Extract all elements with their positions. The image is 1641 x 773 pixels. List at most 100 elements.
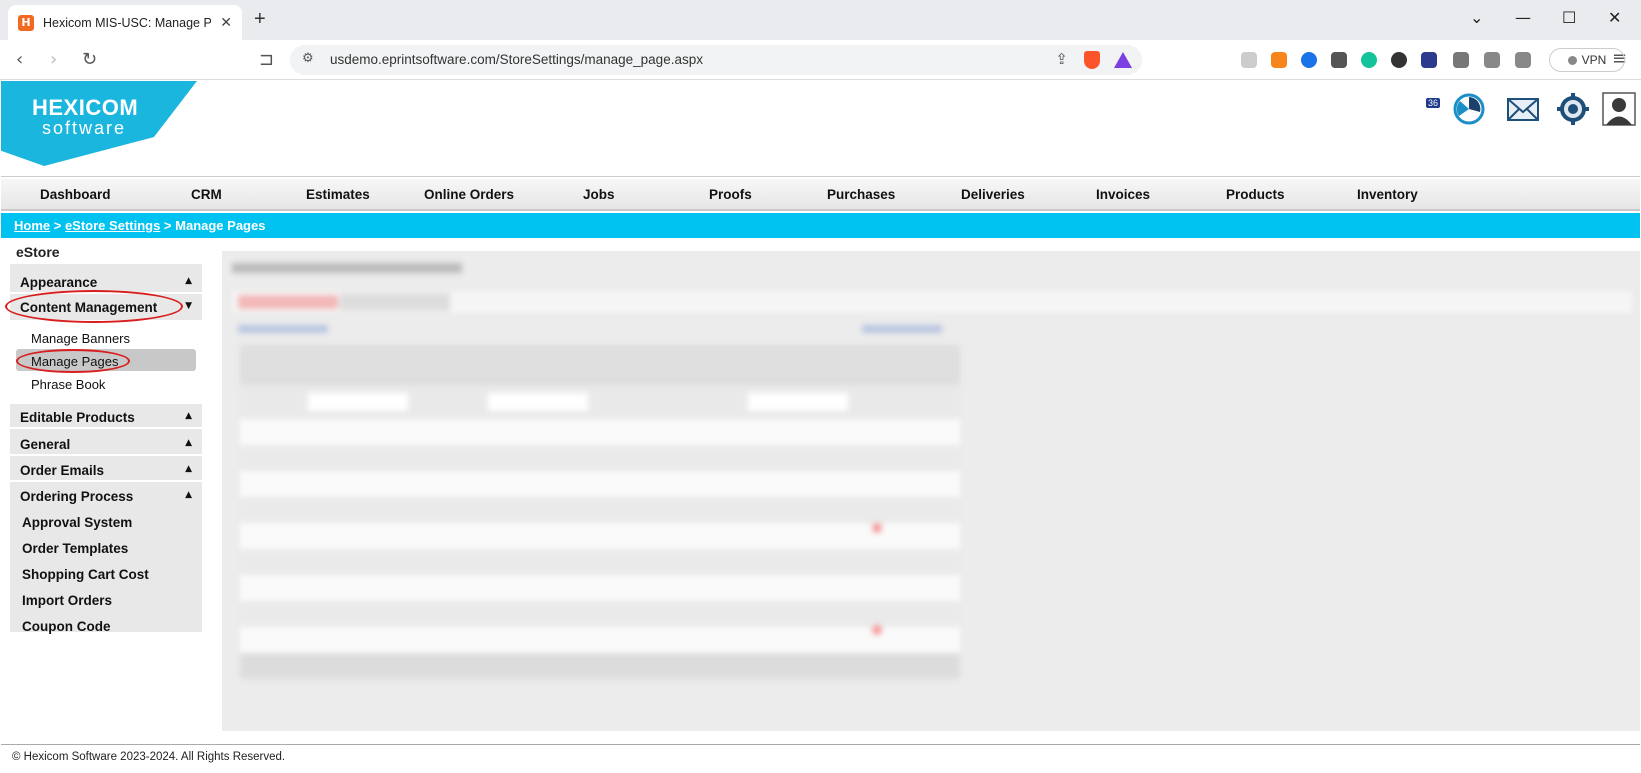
brave-shields-icon[interactable] [1084, 51, 1100, 69]
url-bar[interactable]: ⚙ usdemo.eprintsoftware.com/StoreSetting… [290, 45, 1142, 75]
grammarly-icon[interactable] [1361, 52, 1377, 68]
submenu-manage-banners[interactable]: Manage Banners [31, 331, 130, 346]
breadcrumb-separator: > [50, 218, 65, 233]
blurred-filter-input [308, 393, 408, 411]
blurred-row [240, 627, 960, 653]
share-icon[interactable]: ⇪ [1055, 50, 1068, 68]
breadcrumb: Home > eStore Settings > Manage Pages [1, 213, 1640, 238]
address-toolbar: ‹ › ↻ ⊐ ⚙ usdemo.eprintsoftware.com/Stor… [0, 40, 1641, 108]
vpn-status-icon [1567, 55, 1577, 65]
minimize-button[interactable]: — [1515, 8, 1531, 27]
blurred-delete-icon [872, 625, 882, 635]
nav-online-orders[interactable]: Online Orders [424, 187, 514, 202]
collapse-arrow-icon: ▲ [185, 490, 192, 500]
browser-tab[interactable]: H Hexicom MIS-USC: Manage Pag ✕ [8, 5, 242, 40]
collapse-arrow-icon: ▲ [185, 411, 192, 421]
blurred-link [238, 325, 328, 333]
mail-icon[interactable] [1506, 92, 1540, 126]
nav-estimates[interactable]: Estimates [306, 187, 370, 202]
blurred-row [240, 575, 960, 601]
breadcrumb-home-link[interactable]: Home [14, 218, 50, 233]
browser-tab-bar: H Hexicom MIS-USC: Manage Pag ✕ + ⌄ — ☐ … [0, 0, 1641, 40]
sidebar-item-import-orders[interactable]: Import Orders [10, 588, 202, 613]
sidebar-item-shopping-cart-cost[interactable]: Shopping Cart Cost [10, 562, 202, 587]
blurred-row [240, 601, 960, 627]
blurred-filter-input [488, 393, 588, 411]
sidebar-item-label: Editable Products [20, 410, 135, 425]
header-divider [1, 176, 1640, 177]
breadcrumb-estore-link[interactable]: eStore Settings [65, 218, 160, 233]
nav-jobs[interactable]: Jobs [583, 187, 615, 202]
blurred-manage-pages-panel [222, 251, 1640, 731]
highlight-circle [5, 290, 183, 323]
breadcrumb-current: Manage Pages [175, 218, 266, 233]
vpn-button[interactable]: VPN [1549, 48, 1625, 72]
forward-icon[interactable]: › [50, 49, 57, 70]
metamask-icon[interactable] [1271, 52, 1287, 68]
shazam-icon[interactable] [1301, 52, 1317, 68]
music-icon[interactable] [1484, 52, 1500, 68]
sidebar-item-label: Appearance [20, 275, 98, 290]
puzzle-extensions-icon[interactable] [1453, 52, 1469, 68]
collapse-arrow-icon: ▲ [185, 438, 192, 448]
reload-icon[interactable]: ↻ [82, 49, 97, 70]
collapse-arrow-icon: ▲ [185, 464, 192, 474]
blurred-link [862, 325, 942, 333]
sidebar-item-approval-system[interactable]: Approval System [10, 510, 202, 535]
blurred-row [240, 549, 960, 575]
extension-icon[interactable] [1241, 52, 1257, 68]
sidebar-separator [10, 427, 202, 429]
sidebar-item-order-templates[interactable]: Order Templates [10, 536, 202, 561]
logo-subtext: software [42, 118, 127, 138]
calendar-extension-icon[interactable] [1421, 52, 1437, 68]
sidebar-separator [10, 480, 202, 482]
nav-inventory[interactable]: Inventory [1357, 187, 1418, 202]
sidebar-item-label: General [20, 437, 71, 452]
new-tab-button[interactable]: + [254, 8, 266, 31]
blurred-heading [232, 263, 462, 273]
blurred-tab [238, 295, 338, 309]
collapse-arrow-icon: ▲ [185, 276, 192, 286]
wallet-icon[interactable] [1515, 52, 1531, 68]
tab-search-chevron-icon[interactable]: ⌄ [1470, 8, 1483, 27]
hexicom-logo[interactable]: HEXICOM software [1, 81, 197, 166]
submenu-phrase-book[interactable]: Phrase Book [31, 377, 105, 392]
nav-deliveries[interactable]: Deliveries [961, 187, 1025, 202]
sidebar-title: eStore [16, 244, 60, 260]
close-tab-icon[interactable]: ✕ [220, 14, 232, 31]
breadcrumb-separator: > [160, 218, 176, 233]
blurred-table-header [240, 345, 960, 385]
tab-title: Hexicom MIS-USC: Manage Pag [43, 15, 211, 30]
nav-products[interactable]: Products [1226, 187, 1285, 202]
nav-proofs[interactable]: Proofs [709, 187, 752, 202]
nav-crm[interactable]: CRM [191, 187, 222, 202]
maximize-button[interactable]: ☐ [1562, 8, 1576, 27]
blurred-tab [340, 293, 450, 311]
sidebar-item-label: Coupon Code [22, 619, 111, 634]
sidebar-item-label: Order Emails [20, 463, 105, 478]
settings-icon[interactable] [1556, 92, 1590, 126]
bookmark-icon[interactable]: ⊐ [259, 49, 274, 70]
nav-invoices[interactable]: Invoices [1096, 187, 1150, 202]
nav-purchases[interactable]: Purchases [827, 187, 895, 202]
main-navigation: Dashboard CRM Estimates Online Orders Jo… [1, 179, 1640, 211]
search-lens-icon[interactable] [1391, 52, 1407, 68]
user-avatar-icon[interactable] [1602, 92, 1636, 126]
brave-rewards-icon[interactable] [1114, 52, 1132, 68]
expand-arrow-icon: ▼ [185, 301, 192, 311]
sidebar-item-coupon-code[interactable]: Coupon Code [10, 614, 202, 639]
blurred-delete-icon [872, 523, 882, 533]
highlight-circle [16, 349, 130, 373]
copyright-text: © Hexicom Software 2023-2024. All Rights… [12, 751, 286, 763]
url-text[interactable]: usdemo.eprintsoftware.com/StoreSettings/… [330, 52, 703, 67]
close-window-button[interactable]: ✕ [1608, 8, 1621, 27]
chart-icon[interactable] [1452, 92, 1486, 126]
window-icon[interactable] [1331, 52, 1347, 68]
footer: © Hexicom Software 2023-2024. All Rights… [1, 744, 1640, 773]
blurred-filter-input [748, 393, 848, 411]
nav-dashboard[interactable]: Dashboard [40, 187, 111, 202]
blurred-row [240, 419, 960, 445]
site-info-icon[interactable]: ⚙ [302, 51, 314, 66]
back-icon[interactable]: ‹ [16, 49, 23, 70]
sidebar-item-ordering-process[interactable]: Ordering Process ▲ [10, 484, 202, 509]
